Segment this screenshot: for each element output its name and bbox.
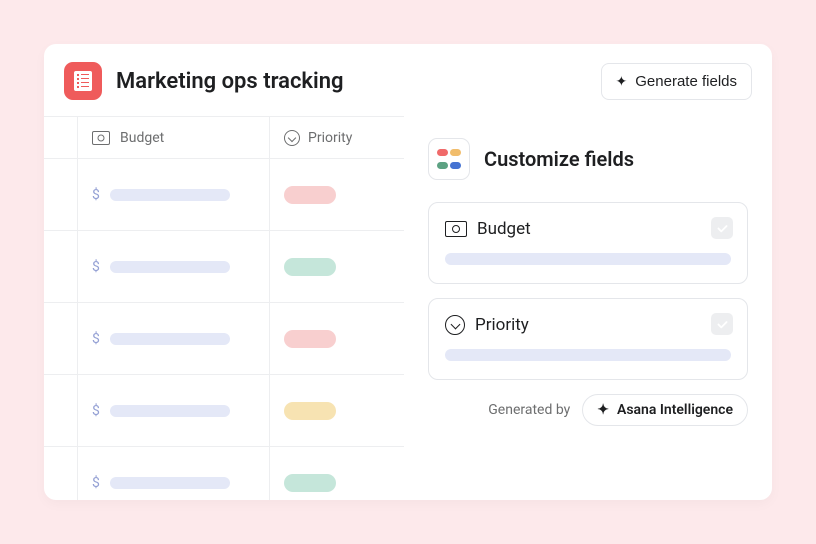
sparkle-icon: ✦: [616, 73, 628, 90]
priority-pill: [284, 474, 336, 492]
asana-intelligence-chip[interactable]: ✦ Asana Intelligence: [582, 394, 748, 426]
priority-pill: [284, 330, 336, 348]
money-icon: [92, 131, 110, 145]
body: Budget Priority $: [44, 116, 772, 498]
table-header-row: Budget Priority: [44, 117, 404, 159]
table-row[interactable]: $: [44, 375, 404, 447]
priority-pill: [284, 402, 336, 420]
budget-value-placeholder: [110, 333, 230, 345]
priority-pill: [284, 186, 336, 204]
field-card-budget[interactable]: Budget: [428, 202, 748, 284]
field-preview-bar: [445, 253, 731, 265]
column-header-priority[interactable]: Priority: [270, 117, 404, 158]
budget-value-placeholder: [110, 189, 230, 201]
ai-chip-label: Asana Intelligence: [617, 402, 733, 418]
field-preview-bar: [445, 349, 731, 361]
budget-value-placeholder: [110, 405, 230, 417]
field-label: Priority: [475, 315, 529, 335]
sparkle-icon: ✦: [597, 402, 609, 418]
field-checkbox[interactable]: [711, 217, 733, 239]
table-row[interactable]: $: [44, 303, 404, 375]
generated-by-row: Generated by ✦ Asana Intelligence: [428, 394, 748, 426]
page-title: Marketing ops tracking: [116, 69, 344, 94]
panel-title: Customize fields: [484, 147, 634, 171]
currency-symbol: $: [92, 331, 100, 347]
budget-value-placeholder: [110, 477, 230, 489]
app-card: Marketing ops tracking ✦ Generate fields…: [44, 44, 772, 500]
currency-symbol: $: [92, 259, 100, 275]
table-row[interactable]: $: [44, 231, 404, 303]
budget-value-placeholder: [110, 261, 230, 273]
chevron-down-circle-icon: [445, 315, 465, 335]
currency-symbol: $: [92, 187, 100, 203]
header: Marketing ops tracking ✦ Generate fields: [44, 44, 772, 116]
generate-fields-label: Generate fields: [635, 73, 737, 90]
customize-fields-panel: Customize fields Budget Priority: [404, 116, 772, 498]
table-row[interactable]: $: [44, 159, 404, 231]
field-label: Budget: [477, 219, 531, 239]
panel-header: Customize fields: [428, 138, 748, 180]
generate-fields-button[interactable]: ✦ Generate fields: [601, 63, 752, 100]
header-left: Marketing ops tracking: [64, 62, 344, 100]
currency-symbol: $: [92, 475, 100, 491]
chevron-down-circle-icon: [284, 130, 300, 146]
column-header-budget[interactable]: Budget: [78, 117, 270, 158]
project-icon: [64, 62, 102, 100]
tracking-table: Budget Priority $: [44, 116, 404, 498]
generated-by-label: Generated by: [488, 402, 570, 418]
currency-symbol: $: [92, 403, 100, 419]
field-card-priority[interactable]: Priority: [428, 298, 748, 380]
money-icon: [445, 221, 467, 237]
priority-pill: [284, 258, 336, 276]
field-checkbox[interactable]: [711, 313, 733, 335]
customize-fields-icon: [428, 138, 470, 180]
table-row[interactable]: $: [44, 447, 404, 500]
